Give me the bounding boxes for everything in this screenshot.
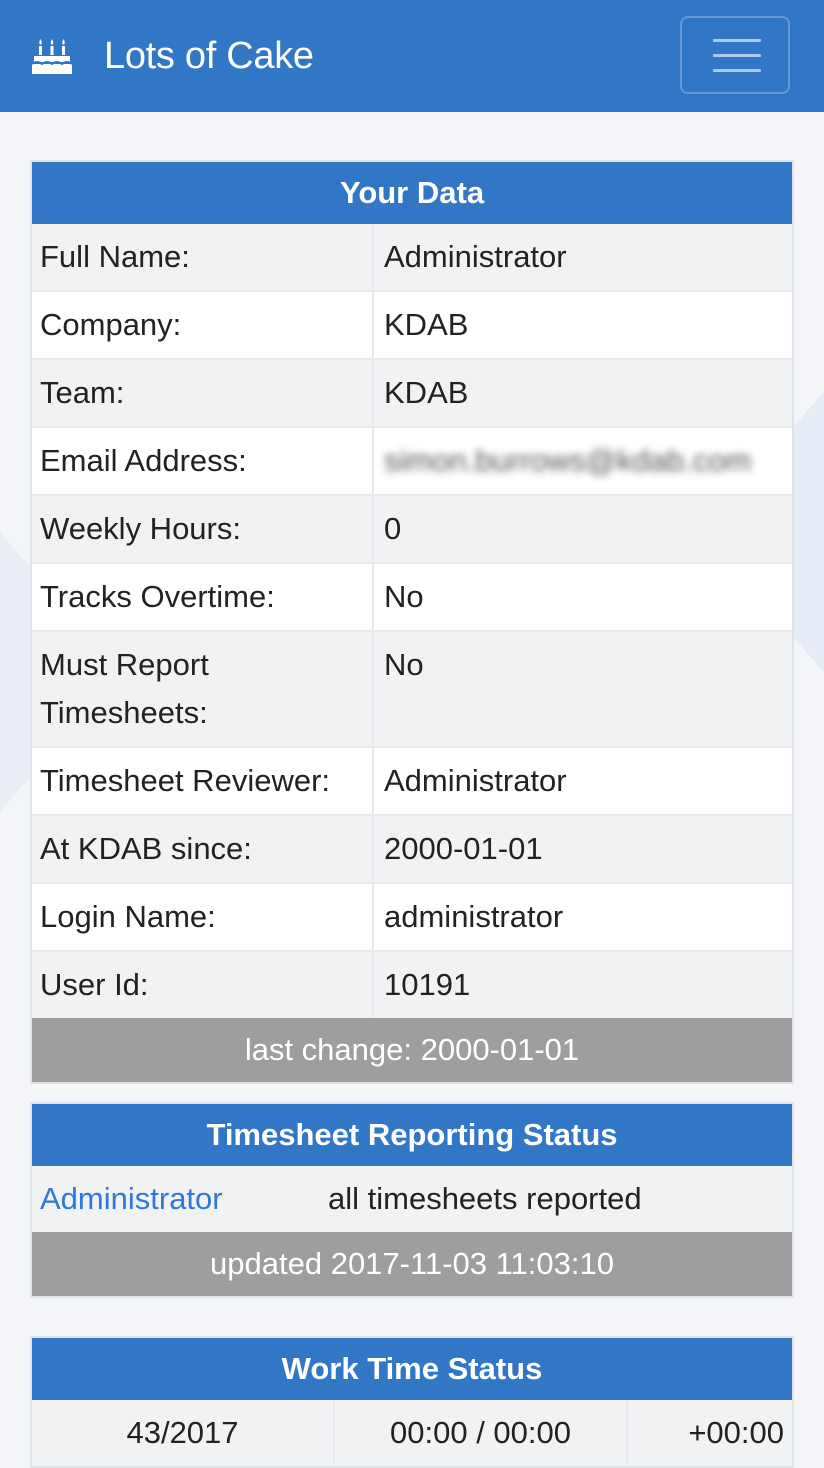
company-label: Company: (32, 291, 374, 360)
work-time-cell: 00:00 / 00:00 (334, 1400, 628, 1466)
table-row: At KDAB since: 2000-01-01 (32, 815, 792, 884)
full-name-label: Full Name: (32, 224, 374, 292)
work-week-cell: 43/2017 (32, 1400, 335, 1466)
timesheet-status-table: Administrator all timesheets reported (32, 1166, 792, 1232)
table-row: User Id: 10191 (32, 951, 792, 1018)
table-row: Team: KDAB (32, 359, 792, 428)
work-time-title: Work Time Status (32, 1338, 792, 1400)
user-id-label: User Id: (32, 951, 374, 1018)
table-row: Tracks Overtime: No (32, 563, 792, 632)
table-row: Must Report Timesheets: No (32, 631, 792, 748)
table-row: Weekly Hours: 0 (32, 495, 792, 564)
must-report-label: Must Report Timesheets: (32, 631, 374, 748)
your-data-card: Your Data Full Name: Administrator Compa… (30, 160, 794, 1084)
email-label: Email Address: (32, 427, 374, 496)
last-change-footer: last change: 2000-01-01 (32, 1018, 792, 1082)
menu-toggle-button[interactable] (680, 16, 790, 94)
table-row: Company: KDAB (32, 291, 792, 360)
since-value: 2000-01-01 (373, 815, 792, 884)
work-time-card: Work Time Status 43/2017 00:00 / 00:00 +… (30, 1336, 794, 1468)
timesheet-status-card: Timesheet Reporting Status Administrator… (30, 1102, 794, 1298)
work-balance-cell: +00:00 (627, 1400, 792, 1466)
tracks-overtime-label: Tracks Overtime: (32, 563, 374, 632)
table-row: Administrator all timesheets reported (32, 1166, 792, 1232)
user-id-value: 10191 (373, 951, 792, 1018)
must-report-value: No (373, 631, 792, 748)
work-time-table: 43/2017 00:00 / 00:00 +00:00 (32, 1400, 792, 1466)
table-row: Full Name: Administrator (32, 224, 792, 292)
weekly-hours-value: 0 (373, 495, 792, 564)
table-row: Login Name: administrator (32, 883, 792, 952)
your-data-table: Full Name: Administrator Company: KDAB T… (32, 224, 792, 1018)
birthday-cake-icon (30, 34, 74, 78)
login-name-label: Login Name: (32, 883, 374, 952)
brand-link[interactable]: Lots of Cake (30, 0, 314, 112)
table-row: Timesheet Reviewer: Administrator (32, 747, 792, 816)
tracks-overtime-value: No (373, 563, 792, 632)
navbar: Lots of Cake (0, 0, 824, 112)
table-row: Email Address: simon.burrows@kdab.com (32, 427, 792, 496)
email-value: simon.burrows@kdab.com (373, 427, 792, 496)
login-name-value: administrator (373, 883, 792, 952)
weekly-hours-label: Weekly Hours: (32, 495, 374, 564)
timesheet-status-title: Timesheet Reporting Status (32, 1104, 792, 1166)
reviewer-value: Administrator (373, 747, 792, 816)
reviewer-label: Timesheet Reviewer: (32, 747, 374, 816)
team-label: Team: (32, 359, 374, 428)
full-name-value: Administrator (373, 224, 792, 292)
company-value: KDAB (373, 291, 792, 360)
brand-name: Lots of Cake (104, 34, 314, 77)
team-value: KDAB (373, 359, 792, 428)
timesheet-status-value: all timesheets reported (318, 1166, 792, 1232)
updated-footer: updated 2017-11-03 11:03:10 (32, 1232, 792, 1296)
timesheet-user-cell: Administrator (32, 1166, 318, 1232)
administrator-link[interactable]: Administrator (40, 1181, 223, 1216)
table-row: 43/2017 00:00 / 00:00 +00:00 (32, 1400, 792, 1466)
since-label: At KDAB since: (32, 815, 374, 884)
email-value-blurred: simon.burrows@kdab.com (384, 443, 752, 478)
your-data-title: Your Data (32, 162, 792, 224)
